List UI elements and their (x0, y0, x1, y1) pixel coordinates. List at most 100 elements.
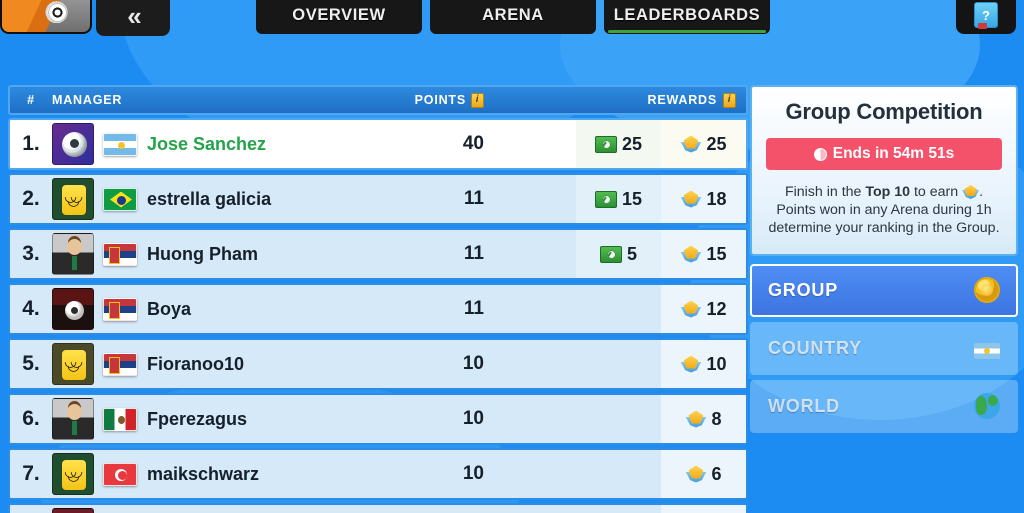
medal-icon (962, 184, 979, 200)
reward-cash-empty (576, 505, 661, 513)
top-navigation-bar: « OVERVIEW ARENA LEADERBOARDS ? (0, 0, 1024, 40)
game-logo-button[interactable] (0, 0, 92, 34)
argentina-flag-icon (974, 342, 1000, 359)
row-manager-name: estrella galicia (147, 188, 272, 209)
desc-bold-top10: Top 10 (865, 184, 911, 200)
reward-cash-empty (576, 285, 661, 333)
scope-group[interactable]: GROUP (750, 263, 1018, 317)
back-button[interactable]: « (96, 0, 170, 36)
reward-medal: 25 (661, 120, 746, 168)
column-header-rewards-label: REWARDS (647, 93, 717, 107)
reward-medal: 4 (661, 505, 746, 513)
table-row[interactable]: 5. Fioranoo10 10 10 (8, 338, 748, 390)
help-book-icon: ? (974, 2, 998, 29)
avatar (52, 123, 94, 165)
table-row[interactable]: 8.Bienvenido rodriguez104 (8, 503, 748, 513)
scope-label: COUNTRY (768, 337, 862, 358)
reward-medal-value: 25 (706, 133, 727, 154)
tab-overview[interactable]: OVERVIEW (256, 0, 422, 34)
rewards-info-icon[interactable]: i (723, 92, 736, 108)
row-rank: 4. (22, 297, 40, 320)
tab-leaderboards-label: LEADERBOARDS (613, 5, 761, 24)
tab-leaderboards[interactable]: LEADERBOARDS (604, 0, 770, 34)
row-points: 40 (462, 133, 484, 154)
row-rewards-cell: 4 (576, 505, 746, 513)
row-rank: 7. (22, 462, 40, 485)
row-rank: 3. (22, 242, 40, 265)
avatar (52, 508, 94, 513)
row-rewards-cell: 10 (576, 340, 746, 388)
clock-icon (813, 147, 827, 161)
table-row[interactable]: 4. Boya 11 12 (8, 283, 748, 335)
row-rank: 6. (22, 407, 40, 430)
row-manager-name: Jose Sanchez (147, 133, 267, 154)
country-flag-icon (103, 132, 137, 156)
coin-icon (974, 277, 1000, 304)
row-manager-name: Huong Pham (147, 243, 258, 264)
reward-cash-value: 5 (626, 243, 637, 264)
reward-medal: 6 (661, 450, 746, 498)
row-manager-cell: Bienvenido rodriguez (52, 508, 352, 513)
reward-medal-value: 10 (706, 353, 727, 374)
tab-arena[interactable]: ARENA (430, 0, 596, 34)
reward-medal-value: 12 (706, 298, 727, 319)
table-row[interactable]: 6. Fperezagus 10 8 (8, 393, 748, 445)
reward-cash-empty (576, 395, 661, 443)
row-points: 11 (463, 243, 484, 264)
row-manager-cell: Jose Sanchez (52, 123, 352, 165)
reward-medal: 10 (661, 340, 746, 388)
avatar (52, 343, 94, 385)
row-rewards-cell: 5 15 (576, 230, 746, 278)
avatar (52, 233, 94, 275)
globe-icon (974, 393, 1000, 420)
group-competition-card: Group Competition Ends in 54m 51s Finish… (750, 85, 1018, 256)
table-header-row: # MANAGER POINTS i REWARDS i (8, 85, 748, 115)
row-manager-name: Fioranoo10 (147, 353, 245, 374)
scope-label: WORLD (768, 395, 840, 416)
avatar (52, 453, 94, 495)
card-description: Finish in the Top 10 to earn . Points wo… (766, 183, 1002, 238)
row-rewards-cell: 15 18 (576, 175, 746, 223)
card-title: Group Competition (785, 99, 983, 124)
row-rewards-cell: 8 (576, 395, 746, 443)
desc-part-1: Finish in the (784, 184, 866, 200)
table-row[interactable]: 2.estrella galicia111518 (8, 173, 748, 225)
reward-cash: 5 (576, 230, 661, 278)
row-points: 11 (463, 188, 484, 209)
competition-timer-badge[interactable]: Ends in 54m 51s (766, 138, 1002, 170)
reward-medal: 8 (661, 395, 746, 443)
country-flag-icon (103, 187, 137, 211)
cash-icon (594, 190, 617, 208)
help-button[interactable]: ? (956, 0, 1016, 34)
column-header-manager: MANAGER (52, 93, 123, 107)
reward-medal: 15 (661, 230, 746, 278)
table-row[interactable]: 7. maikschwarz 10 6 (8, 448, 748, 500)
leaderboard-rows: 1. Jose Sanchez 40 25 25 2. estrella galicia 11… (8, 118, 748, 513)
medal-icon (680, 190, 701, 209)
table-row[interactable]: 1. Jose Sanchez 40 25 25 (8, 118, 748, 170)
row-manager-cell: Boya (52, 288, 352, 330)
scope-world[interactable]: WORLD (750, 379, 1018, 433)
scope-country[interactable]: COUNTRY (750, 321, 1018, 375)
row-manager-cell: Fperezagus (52, 398, 352, 440)
row-manager-cell: maikschwarz (52, 453, 352, 495)
reward-medal-value: 15 (706, 243, 727, 264)
country-flag-icon (103, 407, 137, 431)
tab-arena-label: ARENA (482, 5, 544, 24)
timer-label: Ends in 54m 51s (832, 145, 955, 162)
medal-icon (680, 245, 701, 264)
column-header-points: POINTS i (352, 92, 576, 108)
cash-icon (599, 245, 622, 263)
medal-icon (680, 355, 701, 374)
scope-label: GROUP (768, 279, 839, 300)
points-info-icon[interactable]: i (471, 92, 484, 108)
reward-cash-empty (576, 450, 661, 498)
reward-cash-value: 15 (621, 188, 643, 209)
tab-overview-label: OVERVIEW (292, 5, 386, 24)
cash-icon (594, 135, 617, 153)
country-flag-icon (103, 297, 137, 321)
table-row[interactable]: 3. Huong Pham 11 5 15 (8, 228, 748, 280)
reward-medal-value: 18 (706, 188, 727, 209)
reward-cash-empty (576, 340, 661, 388)
reward-medal: 18 (661, 175, 746, 223)
